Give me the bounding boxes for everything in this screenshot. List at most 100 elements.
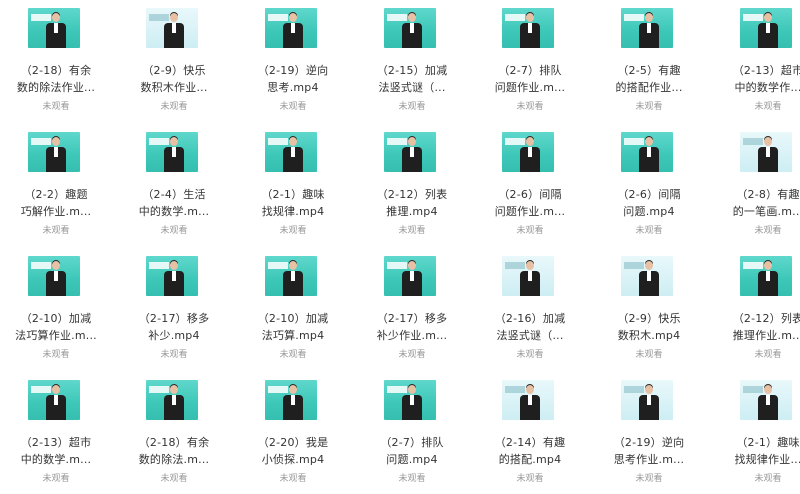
video-thumbnail[interactable]	[740, 8, 792, 48]
video-title[interactable]: （2-18）有余 数的除法.m...	[118, 434, 230, 468]
video-title[interactable]: （2-16）加减 法竖式谜（...	[474, 310, 586, 344]
video-title[interactable]: （2-8）有趣 的一笔画.m...	[712, 186, 800, 220]
video-item[interactable]: （2-4）生活 中的数学.m... 未观看	[118, 124, 230, 246]
watch-status: 未观看	[42, 474, 70, 484]
video-item[interactable]: （2-1）趣味 找规律.mp4 未观看	[237, 124, 349, 246]
video-item[interactable]: （2-13）超市 中的数学作... 未观看	[712, 0, 800, 122]
teacher-figure	[645, 385, 653, 394]
blackboard-graphic	[743, 262, 763, 269]
video-title[interactable]: （2-10）加减 法巧算.mp4	[237, 310, 349, 344]
video-title[interactable]: （2-9）快乐 数积木.mp4	[593, 310, 705, 344]
video-item[interactable]: （2-14）有趣 的搭配.mp4 未观看	[474, 372, 586, 494]
video-title[interactable]: （2-9）快乐 数积木作业...	[118, 62, 230, 96]
video-title[interactable]: （2-10）加减 法巧算作业.m...	[0, 310, 112, 344]
video-thumbnail[interactable]	[265, 132, 317, 172]
video-item[interactable]: （2-1）趣味 找规律作业... 未观看	[712, 372, 800, 494]
video-item[interactable]: （2-7）排队 问题.mp4 未观看	[356, 372, 468, 494]
video-title[interactable]: （2-17）移多 补少作业.m...	[356, 310, 468, 344]
video-thumbnail[interactable]	[621, 380, 673, 420]
video-title[interactable]: （2-1）趣味 找规律作业...	[712, 434, 800, 468]
video-thumbnail[interactable]	[502, 256, 554, 296]
video-thumbnail[interactable]	[621, 8, 673, 48]
video-title[interactable]: （2-20）我是 小侦探.mp4	[237, 434, 349, 468]
video-thumbnail[interactable]	[146, 8, 198, 48]
watch-status: 未观看	[516, 102, 544, 112]
teacher-figure	[766, 395, 770, 405]
video-thumbnail[interactable]	[28, 132, 80, 172]
video-thumbnail[interactable]	[265, 8, 317, 48]
video-item[interactable]: （2-12）列表 推理.mp4 未观看	[356, 124, 468, 246]
video-item[interactable]: （2-10）加减 法巧算.mp4 未观看	[237, 248, 349, 370]
video-thumbnail[interactable]	[502, 8, 554, 48]
video-thumbnail[interactable]	[265, 380, 317, 420]
video-title[interactable]: （2-17）移多 补少.mp4	[118, 310, 230, 344]
video-item[interactable]: （2-8）有趣 的一笔画.m... 未观看	[712, 124, 800, 246]
video-item[interactable]: （2-19）逆向 思考作业.m... 未观看	[593, 372, 705, 494]
video-item[interactable]: （2-15）加减 法竖式谜（... 未观看	[356, 0, 468, 122]
video-item[interactable]: （2-6）间隔 问题作业.m... 未观看	[474, 124, 586, 246]
video-title-line: 问题作业.m...	[494, 205, 566, 218]
video-thumbnail[interactable]	[384, 380, 436, 420]
video-title[interactable]: （2-15）加减 法竖式谜（...	[356, 62, 468, 96]
teacher-figure	[526, 137, 534, 146]
video-title[interactable]: （2-6）间隔 问题.mp4	[593, 186, 705, 220]
video-item[interactable]: （2-17）移多 补少.mp4 未观看	[118, 248, 230, 370]
video-thumbnail[interactable]	[28, 256, 80, 296]
video-thumbnail[interactable]	[502, 380, 554, 420]
video-thumbnail[interactable]	[265, 256, 317, 296]
video-thumbnail[interactable]	[502, 132, 554, 172]
video-title[interactable]: （2-19）逆向 思考作业.m...	[593, 434, 705, 468]
video-item[interactable]: （2-5）有趣 的搭配作业... 未观看	[593, 0, 705, 122]
video-title[interactable]: （2-18）有余 数的除法作业...	[0, 62, 112, 96]
video-thumbnail[interactable]	[621, 132, 673, 172]
video-thumbnail[interactable]	[740, 132, 792, 172]
video-thumbnail[interactable]	[740, 256, 792, 296]
video-item[interactable]: （2-20）我是 小侦探.mp4 未观看	[237, 372, 349, 494]
teacher-figure	[172, 395, 176, 405]
video-title[interactable]: （2-12）列表 推理.mp4	[356, 186, 468, 220]
video-item[interactable]: （2-18）有余 数的除法.m... 未观看	[118, 372, 230, 494]
watch-status: 未观看	[635, 350, 663, 360]
video-thumbnail[interactable]	[384, 256, 436, 296]
blackboard-graphic	[268, 14, 288, 21]
video-title[interactable]: （2-4）生活 中的数学.m...	[118, 186, 230, 220]
video-title[interactable]: （2-7）排队 问题.mp4	[356, 434, 468, 468]
video-thumbnail[interactable]	[384, 8, 436, 48]
video-title[interactable]: （2-13）超市 中的数学.m...	[0, 434, 112, 468]
teacher-figure	[766, 271, 770, 281]
video-item[interactable]: （2-6）间隔 问题.mp4 未观看	[593, 124, 705, 246]
video-item[interactable]: （2-18）有余 数的除法作业... 未观看	[0, 0, 112, 122]
video-title-line: （2-16）加减	[494, 312, 566, 325]
video-thumbnail[interactable]	[621, 256, 673, 296]
video-item[interactable]: （2-10）加减 法巧算作业.m... 未观看	[0, 248, 112, 370]
video-thumbnail[interactable]	[740, 380, 792, 420]
video-title[interactable]: （2-19）逆向 思考.mp4	[237, 62, 349, 96]
video-title[interactable]: （2-2）趣题 巧解作业.m...	[0, 186, 112, 220]
video-title-line: 法巧算作业.m...	[15, 329, 97, 342]
video-thumbnail[interactable]	[146, 132, 198, 172]
watch-status: 未观看	[398, 474, 426, 484]
video-item[interactable]: （2-12）列表 推理作业.m... 未观看	[712, 248, 800, 370]
video-item[interactable]: （2-7）排队 问题作业.m... 未观看	[474, 0, 586, 122]
video-item[interactable]: （2-13）超市 中的数学.m... 未观看	[0, 372, 112, 494]
video-item[interactable]: （2-2）趣题 巧解作业.m... 未观看	[0, 124, 112, 246]
teacher-figure	[410, 147, 414, 157]
video-title[interactable]: （2-13）超市 中的数学作...	[712, 62, 800, 96]
video-thumbnail[interactable]	[28, 380, 80, 420]
blackboard-graphic	[743, 14, 763, 21]
video-title[interactable]: （2-5）有趣 的搭配作业...	[593, 62, 705, 96]
video-thumbnail[interactable]	[28, 8, 80, 48]
video-thumbnail[interactable]	[146, 256, 198, 296]
video-title[interactable]: （2-12）列表 推理作业.m...	[712, 310, 800, 344]
video-item[interactable]: （2-9）快乐 数积木.mp4 未观看	[593, 248, 705, 370]
video-item[interactable]: （2-9）快乐 数积木作业... 未观看	[118, 0, 230, 122]
video-title[interactable]: （2-14）有趣 的搭配.mp4	[474, 434, 586, 468]
video-thumbnail[interactable]	[384, 132, 436, 172]
video-item[interactable]: （2-19）逆向 思考.mp4 未观看	[237, 0, 349, 122]
video-item[interactable]: （2-16）加减 法竖式谜（... 未观看	[474, 248, 586, 370]
video-thumbnail[interactable]	[146, 380, 198, 420]
video-title[interactable]: （2-1）趣味 找规律.mp4	[237, 186, 349, 220]
video-item[interactable]: （2-17）移多 补少作业.m... 未观看	[356, 248, 468, 370]
video-title[interactable]: （2-7）排队 问题作业.m...	[474, 62, 586, 96]
video-title[interactable]: （2-6）间隔 问题作业.m...	[474, 186, 586, 220]
